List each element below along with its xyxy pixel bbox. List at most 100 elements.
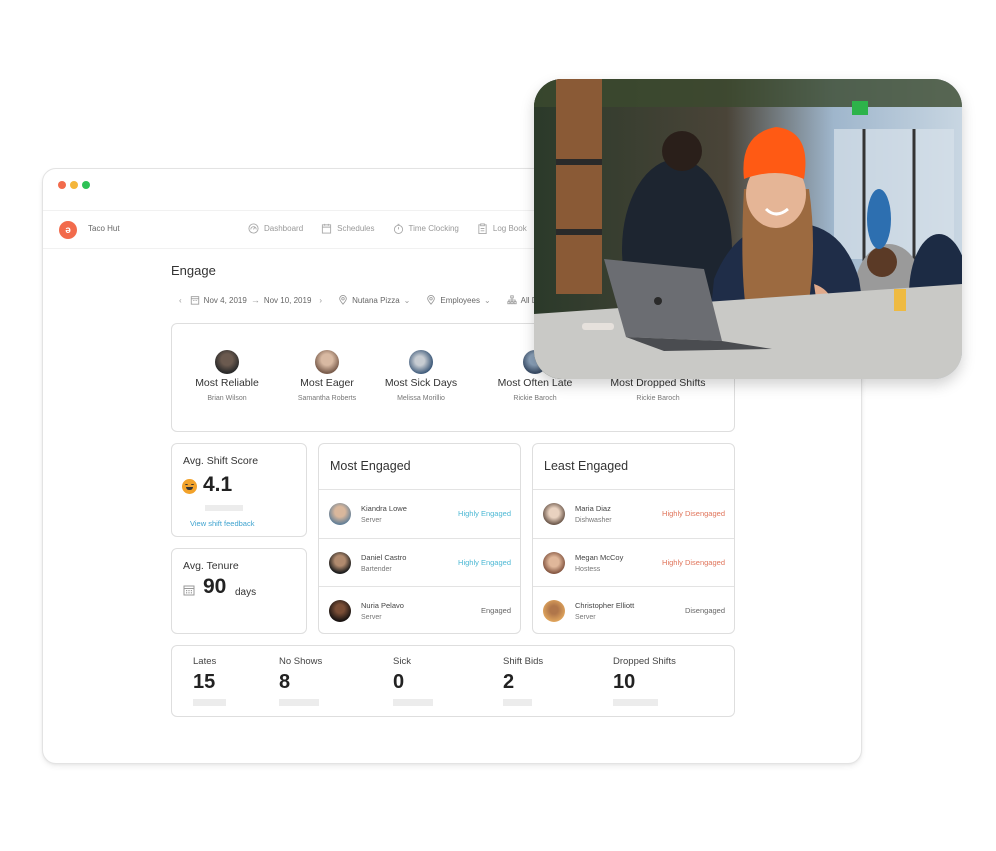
page-title: Engage	[171, 263, 216, 278]
nav-time-clocking[interactable]: Time Clocking	[393, 223, 459, 234]
placeholder-bar	[503, 699, 532, 706]
clipboard-icon	[478, 223, 487, 234]
count-no-shows: No Shows 8	[279, 656, 322, 706]
most-engaged-card: Most Engaged Kiandra Lowe Server Highly …	[318, 443, 521, 634]
avatar	[215, 350, 239, 374]
arrow-right-icon: →	[250, 295, 260, 305]
attendance-counts-card: Lates 15 No Shows 8 Sick 0 Shift Bids 2 …	[171, 645, 735, 717]
avatar	[543, 551, 565, 574]
list-item[interactable]: Kiandra Lowe Server Highly Engaged	[319, 489, 520, 538]
list-item[interactable]: Daniel Castro Bartender Highly Engaged	[319, 537, 520, 587]
close-window-button[interactable]	[58, 181, 66, 189]
avatar	[315, 350, 339, 374]
list-item[interactable]: Maria Diaz Dishwasher Highly Disengaged	[533, 489, 734, 538]
calendar-icon	[190, 296, 199, 305]
list-item[interactable]: Megan McCoy Hostess Highly Disengaged	[533, 537, 734, 587]
filter-bar: ‹ Nov 4, 2019 → Nov 10, 2019 › Nutana Pi…	[179, 295, 538, 305]
avatar	[329, 551, 351, 574]
award-title: Most Reliable	[195, 377, 259, 389]
placeholder-bar	[205, 505, 243, 511]
award-most-sick-days[interactable]: Most Sick Days Melissa Morillio	[366, 350, 476, 402]
count-sick: Sick 0	[393, 656, 433, 706]
engagement-status: Engaged	[480, 606, 511, 615]
employee-role: Server	[575, 614, 596, 621]
nav-dashboard[interactable]: Dashboard	[248, 223, 303, 234]
chevron-down-icon: ⌄	[483, 295, 491, 305]
placeholder-bar	[393, 699, 433, 706]
tenure-value: 90	[203, 575, 227, 598]
avg-shift-score-card: Avg. Shift Score 4.1 View shift feedback	[171, 443, 307, 537]
nav-log-book-label: Log Book	[492, 224, 527, 233]
count-label: Lates	[193, 656, 217, 667]
award-most-reliable[interactable]: Most Reliable Brian Wilson	[172, 350, 282, 402]
gauge-icon	[248, 223, 259, 234]
view-shift-feedback-link[interactable]: View shift feedback	[190, 519, 254, 528]
location-dropdown[interactable]: Nutana Pizza ⌄	[338, 295, 410, 305]
smiley-face-icon	[182, 479, 197, 494]
start-date: Nov 4, 2019	[203, 295, 247, 305]
placeholder-bar	[613, 699, 658, 706]
tenure-label: Avg. Tenure	[183, 560, 239, 572]
date-range-picker[interactable]: Nov 4, 2019 → Nov 10, 2019	[190, 295, 311, 305]
award-employee-name: Rickie Baroch	[636, 395, 680, 402]
least-engaged-title: Least Engaged	[544, 459, 629, 473]
location-pin-icon	[339, 295, 347, 305]
calendar-icon	[183, 585, 195, 596]
employee-role: Dishwasher	[575, 517, 612, 524]
employees-dropdown[interactable]: Employees ⌄	[426, 295, 491, 305]
list-item[interactable]: Christopher Elliott Server Disengaged	[533, 586, 734, 635]
placeholder-bar	[193, 699, 226, 706]
least-engaged-card: Least Engaged Maria Diaz Dishwasher High…	[532, 443, 735, 634]
avatar	[409, 350, 433, 374]
minimize-window-button[interactable]	[70, 181, 78, 189]
nav-dashboard-label: Dashboard	[264, 224, 304, 233]
most-engaged-title: Most Engaged	[330, 459, 411, 473]
employee-name: Maria Diaz	[575, 504, 611, 513]
org-chart-icon	[507, 295, 517, 305]
avatar	[329, 503, 351, 525]
chevron-down-icon: ⌄	[403, 295, 411, 305]
count-shift-bids: Shift Bids 2	[503, 656, 543, 706]
location-value: Nutana Pizza	[352, 295, 400, 305]
placeholder-bar	[279, 699, 319, 706]
list-item[interactable]: Nuria Pelavo Server Engaged	[319, 586, 520, 635]
employee-name: Daniel Castro	[361, 552, 407, 562]
employee-role: Server	[361, 614, 382, 621]
count-value: 8	[279, 671, 291, 693]
employees-value: Employees	[440, 295, 480, 305]
employee-name: Christopher Elliott	[575, 601, 635, 610]
engagement-status: Highly Disengaged	[662, 557, 725, 567]
award-employee-name: Melissa Morillio	[397, 395, 445, 402]
avatar	[543, 600, 565, 622]
employee-name: Nuria Pelavo	[361, 601, 404, 610]
nav-schedules-label: Schedules	[337, 224, 375, 233]
brand-logo-icon[interactable]: ə	[59, 221, 77, 239]
employee-role: Bartender	[361, 565, 392, 573]
photo-illustration	[534, 79, 962, 379]
nav-time-clocking-label: Time Clocking	[408, 224, 459, 233]
employee-name: Megan McCoy	[575, 552, 624, 562]
location-pin-icon	[427, 295, 436, 305]
avatar	[543, 503, 565, 525]
employee-role: Hostess	[575, 565, 601, 573]
count-value: 2	[503, 671, 515, 693]
count-label: Shift Bids	[503, 656, 544, 667]
avg-tenure-card: Avg. Tenure 90 days	[171, 548, 307, 634]
shift-score-label: Avg. Shift Score	[183, 455, 259, 467]
nav-log-book[interactable]: Log Book	[477, 223, 527, 234]
count-value: 15	[193, 671, 216, 693]
departments-dropdown[interactable]: All D	[507, 295, 538, 305]
shift-score-value: 4.1	[203, 473, 233, 496]
maximize-window-button[interactable]	[82, 181, 90, 189]
next-week-button[interactable]: ›	[319, 296, 322, 305]
nav-schedules[interactable]: Schedules	[321, 223, 375, 234]
engagement-status: Disengaged	[684, 606, 725, 615]
engagement-status: Highly Engaged	[458, 509, 511, 518]
count-value: 0	[393, 671, 405, 693]
brand-name: Taco Hut	[88, 224, 120, 233]
prev-week-button[interactable]: ‹	[179, 296, 182, 305]
employee-role: Server	[361, 517, 382, 524]
award-title: Most Sick Days	[384, 377, 458, 389]
count-label: No Shows	[279, 656, 323, 667]
employee-name: Kiandra Lowe	[361, 504, 407, 513]
